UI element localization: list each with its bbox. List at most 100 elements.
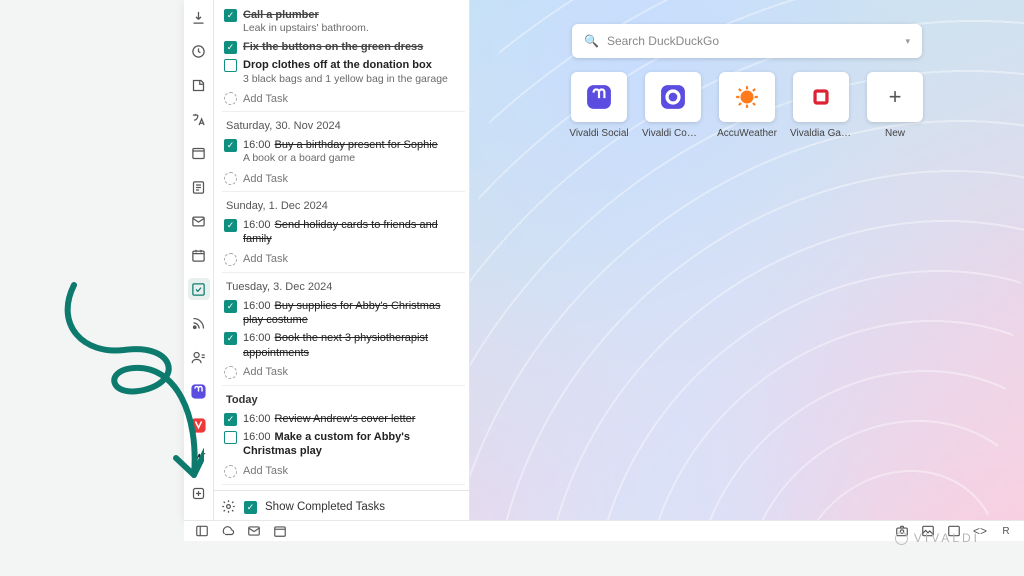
task-checkbox[interactable] [224, 413, 237, 426]
task-note: A book or a board game [243, 152, 463, 166]
panel-rail: W [184, 0, 214, 520]
contacts-icon[interactable] [188, 346, 210, 368]
task-checkbox[interactable] [224, 431, 237, 444]
calendar-status-icon[interactable] [272, 523, 288, 539]
tasks-list[interactable]: Call a plumberLeak in upstairs' bathroom… [214, 0, 469, 490]
window-panel-icon[interactable] [188, 142, 210, 164]
ruler-icon[interactable]: R [998, 523, 1014, 539]
calendar-icon[interactable] [188, 244, 210, 266]
mastodon-webpanel-icon[interactable] [188, 380, 210, 402]
task-title: Drop clothes off at the donation box [243, 58, 463, 72]
speed-dial-tile[interactable]: Vivaldia Games [790, 72, 852, 150]
task-title: Call a plumber [243, 8, 463, 22]
add-task-label: Add Task [243, 93, 288, 105]
chevron-down-icon[interactable]: ▾ [905, 36, 910, 47]
add-task-button[interactable]: Add Task [224, 88, 463, 107]
task-checkbox[interactable] [224, 59, 237, 72]
task-row[interactable]: 16:00Review Andrew's cover letter [224, 410, 463, 428]
day-header: Tuesday, 3. Dec 2024 [226, 281, 463, 293]
vivaldi-webpanel-icon[interactable] [188, 414, 210, 436]
tasks-icon[interactable] [188, 278, 210, 300]
speed-dial-tile[interactable]: Vivaldi Social [568, 72, 630, 150]
mail-icon[interactable] [188, 210, 210, 232]
search-placeholder: Search DuckDuckGo [607, 34, 719, 48]
show-completed-label: Show Completed Tasks [265, 501, 385, 513]
add-task-button[interactable]: Add Task [224, 461, 463, 480]
search-field[interactable]: 🔍 Search DuckDuckGo ▾ [572, 24, 922, 58]
task-row[interactable]: 16:00Buy a birthday present for SophieA … [224, 136, 463, 168]
task-time: 16:00 [243, 431, 271, 443]
task-row[interactable]: 16:00Book the next 3 physiotherapist app… [224, 329, 463, 362]
task-checkbox[interactable] [224, 300, 237, 313]
task-time: 16:00 [243, 139, 271, 151]
plus-icon: + [867, 72, 923, 122]
notes-icon[interactable] [188, 74, 210, 96]
task-row[interactable]: Fix the buttons on the green dress [224, 38, 463, 56]
add-task-button[interactable]: Add Task [224, 249, 463, 268]
speed-dial-tile[interactable]: Vivaldi Com… [642, 72, 704, 150]
task-row[interactable]: Call a plumberLeak in upstairs' bathroom… [224, 6, 463, 38]
task-time: 16:00 [243, 332, 271, 344]
translate-icon[interactable] [188, 108, 210, 130]
add-icon [224, 92, 237, 105]
add-icon [224, 172, 237, 185]
downloads-icon[interactable] [188, 6, 210, 28]
task-row[interactable]: 16:00Buy supplies for Abby's Christmas p… [224, 297, 463, 330]
task-title: 16:00Buy a birthday present for Sophie [243, 138, 463, 152]
speed-dial: Vivaldi Social Vivaldi Com… AccuWeather Viv… [568, 72, 926, 150]
panel-toggle-icon[interactable] [194, 523, 210, 539]
add-task-label: Add Task [243, 253, 288, 265]
task-checkbox[interactable] [224, 9, 237, 22]
add-task-button[interactable]: Add Task [224, 362, 463, 381]
task-note: 3 black bags and 1 yellow bag in the gar… [243, 73, 463, 87]
task-row[interactable]: 16:00Send holiday cards to friends and f… [224, 216, 463, 249]
add-icon [224, 366, 237, 379]
wikipedia-webpanel-icon[interactable]: W [188, 448, 210, 470]
task-checkbox[interactable] [224, 41, 237, 54]
add-task-button[interactable]: Add Task [224, 168, 463, 187]
mail-status-icon[interactable] [246, 523, 262, 539]
tile-label: Vivaldi Com… [642, 128, 704, 139]
task-title: 16:00Make a custom for Abby's Christmas … [243, 430, 463, 459]
reader-icon[interactable] [188, 176, 210, 198]
mastodon-icon [571, 72, 627, 122]
tile-label: New [885, 128, 905, 139]
task-row[interactable]: Drop clothes off at the donation box3 bl… [224, 56, 463, 88]
day-header: Today [226, 394, 463, 406]
day-header: Sunday, 1. Dec 2024 [226, 200, 463, 212]
day-header: Saturday, 30. Nov 2024 [226, 120, 463, 132]
start-page: 🔍 Search DuckDuckGo ▾ Vivaldi SocialViva… [470, 0, 1024, 520]
game-icon [793, 72, 849, 122]
add-task-label: Add Task [243, 465, 288, 477]
add-panel-icon[interactable] [188, 482, 210, 504]
annotation-arrow [34, 280, 204, 495]
show-completed-checkbox[interactable] [244, 501, 257, 514]
sync-icon[interactable] [220, 523, 236, 539]
speed-dial-tile[interactable]: AccuWeather [716, 72, 778, 150]
task-title: Fix the buttons on the green dress [243, 40, 463, 54]
task-row[interactable]: 16:00Make a custom for Abby's Christmas … [224, 428, 463, 461]
task-title: 16:00Review Andrew's cover letter [243, 412, 463, 426]
settings-icon[interactable] [220, 499, 236, 514]
history-icon[interactable] [188, 40, 210, 62]
sun-icon [719, 72, 775, 122]
add-icon [224, 465, 237, 478]
add-task-label: Add Task [243, 366, 288, 378]
task-title: 16:00Book the next 3 physiotherapist app… [243, 331, 463, 360]
search-icon: 🔍 [584, 34, 599, 48]
task-note: Leak in upstairs' bathroom. [243, 22, 463, 36]
task-checkbox[interactable] [224, 332, 237, 345]
speed-dial-tile[interactable]: + New [864, 72, 926, 150]
tasks-panel-footer: Show Completed Tasks [214, 490, 469, 520]
feeds-icon[interactable] [188, 312, 210, 334]
vivaldi-icon [645, 72, 701, 122]
task-time: 16:00 [243, 413, 271, 425]
task-time: 16:00 [243, 300, 271, 312]
tile-label: Vivaldia Games [790, 128, 852, 139]
add-icon [224, 253, 237, 266]
tasks-panel: Call a plumberLeak in upstairs' bathroom… [214, 0, 470, 520]
task-checkbox[interactable] [224, 219, 237, 232]
vivaldi-watermark: VIVALDI [895, 531, 980, 545]
tile-label: Vivaldi Social [569, 128, 628, 139]
task-checkbox[interactable] [224, 139, 237, 152]
